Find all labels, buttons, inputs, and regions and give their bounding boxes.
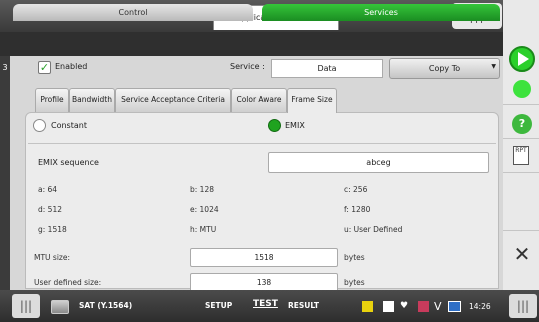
main-menu-grip-icon[interactable]: ||| [12,294,40,318]
emix-radio[interactable] [268,119,281,132]
divider [503,138,539,139]
divider [503,172,539,173]
service-number: 3 [0,56,10,80]
subtab-profile[interactable]: Profile [35,88,69,112]
legend-item-u: u: User Defined [344,225,403,234]
sync-icon [448,301,461,312]
right-menu-grip-icon[interactable]: ||| [509,294,537,318]
copy-to-dropdown[interactable]: Copy To ▼ [389,58,500,79]
subtab-bandwidth[interactable]: Bandwidth [69,88,115,112]
nav-setup[interactable]: SETUP [205,301,232,310]
clock: 14:26 [469,302,491,311]
screen-icon [383,301,394,312]
mtu-size-field[interactable]: 1518 [190,248,338,267]
legend-item-f: f: 1280 [344,205,371,214]
alarm-icon [418,301,429,312]
dropdown-arrow-icon: ▼ [491,63,496,70]
legend-item-h: h: MTU [190,225,217,234]
legend-item-a: a: 64 [38,185,58,194]
mtu-size-unit: bytes [344,253,365,262]
main-tab-row [0,32,503,56]
user-defined-size-label: User defined size: [34,278,102,287]
heart-icon: ♥ [400,301,409,311]
enabled-label: Enabled [55,62,88,71]
subtab-service-acceptance-criteria[interactable]: Service Acceptance Criteria [115,88,231,112]
service-name-field[interactable]: Data [271,59,383,78]
legend-item-d: d: 512 [38,205,62,214]
play-icon [518,52,529,66]
legend-item-b: b: 128 [190,185,214,194]
subtab-frame-size[interactable]: Frame Size [287,88,337,113]
nav-result[interactable]: RESULT [288,301,319,310]
constant-label: Constant [51,121,87,130]
constant-radio[interactable] [33,119,46,132]
tab-control[interactable]: Control [13,4,253,21]
emix-label: EMIX [285,121,305,130]
subtab-color-aware[interactable]: Color Aware [231,88,287,112]
mtu-size-label: MTU size: [34,253,70,262]
emix-sequence-label: EMIX sequence [38,158,99,167]
enabled-checkbox[interactable]: ✓ [38,61,51,74]
divider [28,143,496,144]
divider [503,104,539,105]
legend-item-e: e: 1024 [190,205,219,214]
sat-app-icon[interactable] [51,300,69,314]
v-icon: V [434,300,442,313]
power-icon [362,301,373,312]
legend-item-g: g: 1518 [38,225,67,234]
tab-services[interactable]: Services [262,4,500,21]
help-icon[interactable]: ? [512,114,532,134]
nav-test[interactable]: TEST [253,299,278,309]
status-led-icon [513,80,531,98]
copy-to-label: Copy To [428,64,461,73]
app-name[interactable]: SAT (Y.1564) [79,301,132,310]
divider [503,230,539,231]
service-label: Service : [230,62,265,71]
user-defined-size-unit: bytes [344,278,365,287]
close-icon[interactable]: ✕ [512,244,532,264]
legend-item-c: c: 256 [344,185,368,194]
report-icon[interactable]: RPT [513,146,529,165]
emix-sequence-field[interactable]: abceg [268,152,489,173]
